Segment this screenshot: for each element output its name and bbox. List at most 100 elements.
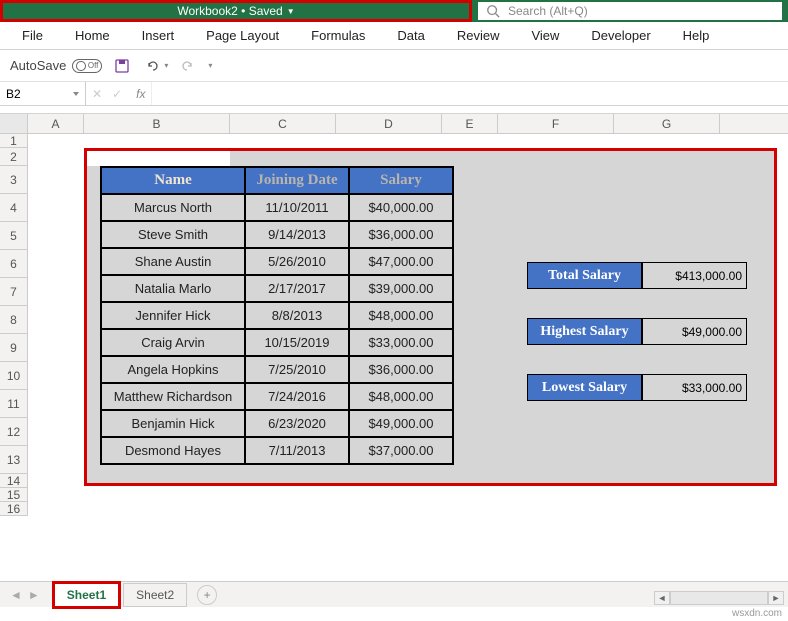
scroll-right-icon[interactable]: ► xyxy=(768,591,784,605)
cell-salary[interactable]: $48,000.00 xyxy=(349,302,453,329)
table-row[interactable]: Natalia Marlo2/17/2017$39,000.00 xyxy=(101,275,453,302)
table-row[interactable]: Marcus North11/10/2011$40,000.00 xyxy=(101,194,453,221)
row-header-16[interactable]: 16 xyxy=(0,502,28,516)
undo-button[interactable] xyxy=(142,56,162,76)
tab-home[interactable]: Home xyxy=(59,22,126,50)
sheet-nav[interactable]: ◄ ► xyxy=(10,588,52,602)
cell-salary[interactable]: $47,000.00 xyxy=(349,248,453,275)
table-row[interactable]: Desmond Hayes7/11/2013$37,000.00 xyxy=(101,437,453,464)
cell-salary[interactable]: $49,000.00 xyxy=(349,410,453,437)
col-header-c[interactable]: C xyxy=(230,114,336,133)
sheet-tab-1[interactable]: Sheet1 xyxy=(52,581,121,609)
cell-name[interactable]: Shane Austin xyxy=(101,248,245,275)
cell-name[interactable]: Craig Arvin xyxy=(101,329,245,356)
cell-date[interactable]: 6/23/2020 xyxy=(245,410,349,437)
tab-developer[interactable]: Developer xyxy=(575,22,666,50)
cell-salary[interactable]: $36,000.00 xyxy=(349,356,453,383)
tab-view[interactable]: View xyxy=(515,22,575,50)
col-header-g[interactable]: G xyxy=(614,114,720,133)
cancel-icon[interactable]: ✕ xyxy=(92,87,102,101)
cell-date[interactable]: 9/14/2013 xyxy=(245,221,349,248)
table-row[interactable]: Steve Smith9/14/2013$36,000.00 xyxy=(101,221,453,248)
qat-more-icon[interactable]: ▾ xyxy=(208,61,212,70)
tab-review[interactable]: Review xyxy=(441,22,516,50)
save-button[interactable] xyxy=(112,56,132,76)
row-header-6[interactable]: 6 xyxy=(0,250,28,278)
tab-page-layout[interactable]: Page Layout xyxy=(190,22,295,50)
row-header-14[interactable]: 14 xyxy=(0,474,28,488)
tab-file[interactable]: File xyxy=(6,22,59,50)
row-header-11[interactable]: 11 xyxy=(0,390,28,418)
row-header-4[interactable]: 4 xyxy=(0,194,28,222)
cell-name[interactable]: Steve Smith xyxy=(101,221,245,248)
row-header-1[interactable]: 1 xyxy=(0,134,28,148)
cell-salary[interactable]: $39,000.00 xyxy=(349,275,453,302)
search-box[interactable]: Search (Alt+Q) xyxy=(478,2,782,20)
row-header-5[interactable]: 5 xyxy=(0,222,28,250)
scroll-left-icon[interactable]: ◄ xyxy=(654,591,670,605)
row-header-8[interactable]: 8 xyxy=(0,306,28,334)
cell-date[interactable]: 8/8/2013 xyxy=(245,302,349,329)
cell-date[interactable]: 5/26/2010 xyxy=(245,248,349,275)
autosave-toggle[interactable]: AutoSave Off xyxy=(10,58,102,73)
col-header-b[interactable]: B xyxy=(84,114,230,133)
row-header-3[interactable]: 3 xyxy=(0,166,28,194)
spreadsheet-grid[interactable]: A B C D E F G 1 2 3 4 5 6 7 8 9 10 11 12… xyxy=(0,114,788,516)
formula-input[interactable] xyxy=(152,82,788,105)
cell-name[interactable]: Natalia Marlo xyxy=(101,275,245,302)
cell-salary[interactable]: $40,000.00 xyxy=(349,194,453,221)
horizontal-scrollbar[interactable]: ◄ ► xyxy=(654,589,784,607)
cell-name[interactable]: Angela Hopkins xyxy=(101,356,245,383)
row-header-10[interactable]: 10 xyxy=(0,362,28,390)
redo-button[interactable] xyxy=(178,56,198,76)
tab-insert[interactable]: Insert xyxy=(126,22,191,50)
fx-icon[interactable]: fx xyxy=(136,87,145,101)
row-header-15[interactable]: 15 xyxy=(0,488,28,502)
scroll-track[interactable] xyxy=(670,591,768,605)
cell-date[interactable]: 11/10/2011 xyxy=(245,194,349,221)
cell-name[interactable]: Benjamin Hick xyxy=(101,410,245,437)
col-header-a[interactable]: A xyxy=(28,114,84,133)
cell-date[interactable]: 7/11/2013 xyxy=(245,437,349,464)
table-row[interactable]: Benjamin Hick6/23/2020$49,000.00 xyxy=(101,410,453,437)
toggle-pill[interactable]: Off xyxy=(72,59,102,73)
cell-salary[interactable]: $37,000.00 xyxy=(349,437,453,464)
cell-date[interactable]: 7/25/2010 xyxy=(245,356,349,383)
cell-name[interactable]: Jennifer Hick xyxy=(101,302,245,329)
cell-date[interactable]: 10/15/2019 xyxy=(245,329,349,356)
row-header-13[interactable]: 13 xyxy=(0,446,28,474)
tab-help[interactable]: Help xyxy=(667,22,726,50)
row-header-12[interactable]: 12 xyxy=(0,418,28,446)
table-row[interactable]: Jennifer Hick8/8/2013$48,000.00 xyxy=(101,302,453,329)
col-header-f[interactable]: F xyxy=(498,114,614,133)
tab-data[interactable]: Data xyxy=(381,22,440,50)
cell-salary[interactable]: $48,000.00 xyxy=(349,383,453,410)
title-dropdown-icon[interactable]: ▼ xyxy=(287,7,295,16)
undo-dropdown-icon[interactable]: ▾ xyxy=(164,61,168,70)
row-header-9[interactable]: 9 xyxy=(0,334,28,362)
name-box[interactable]: B2 xyxy=(0,82,86,105)
table-row[interactable]: Craig Arvin10/15/2019$33,000.00 xyxy=(101,329,453,356)
prev-sheet-icon[interactable]: ◄ xyxy=(10,588,22,602)
table-row[interactable]: Matthew Richardson7/24/2016$48,000.00 xyxy=(101,383,453,410)
cell-date[interactable]: 7/24/2016 xyxy=(245,383,349,410)
row-header-2[interactable]: 2 xyxy=(0,148,28,166)
cell-name[interactable]: Desmond Hayes xyxy=(101,437,245,464)
col-header-d[interactable]: D xyxy=(336,114,442,133)
cell-area[interactable]: Name Joining Date Salary Marcus North11/… xyxy=(28,134,788,516)
table-row[interactable]: Angela Hopkins7/25/2010$36,000.00 xyxy=(101,356,453,383)
row-header-7[interactable]: 7 xyxy=(0,278,28,306)
table-row[interactable]: Shane Austin5/26/2010$47,000.00 xyxy=(101,248,453,275)
cell-date[interactable]: 2/17/2017 xyxy=(245,275,349,302)
cell-salary[interactable]: $36,000.00 xyxy=(349,221,453,248)
cell-name[interactable]: Matthew Richardson xyxy=(101,383,245,410)
cell-salary[interactable]: $33,000.00 xyxy=(349,329,453,356)
tab-formulas[interactable]: Formulas xyxy=(295,22,381,50)
enter-icon[interactable]: ✓ xyxy=(112,87,122,101)
col-header-e[interactable]: E xyxy=(442,114,498,133)
cell-name[interactable]: Marcus North xyxy=(101,194,245,221)
next-sheet-icon[interactable]: ► xyxy=(28,588,40,602)
add-sheet-button[interactable]: + xyxy=(197,585,217,605)
select-all-corner[interactable] xyxy=(0,114,28,133)
sheet-tab-2[interactable]: Sheet2 xyxy=(123,583,187,607)
